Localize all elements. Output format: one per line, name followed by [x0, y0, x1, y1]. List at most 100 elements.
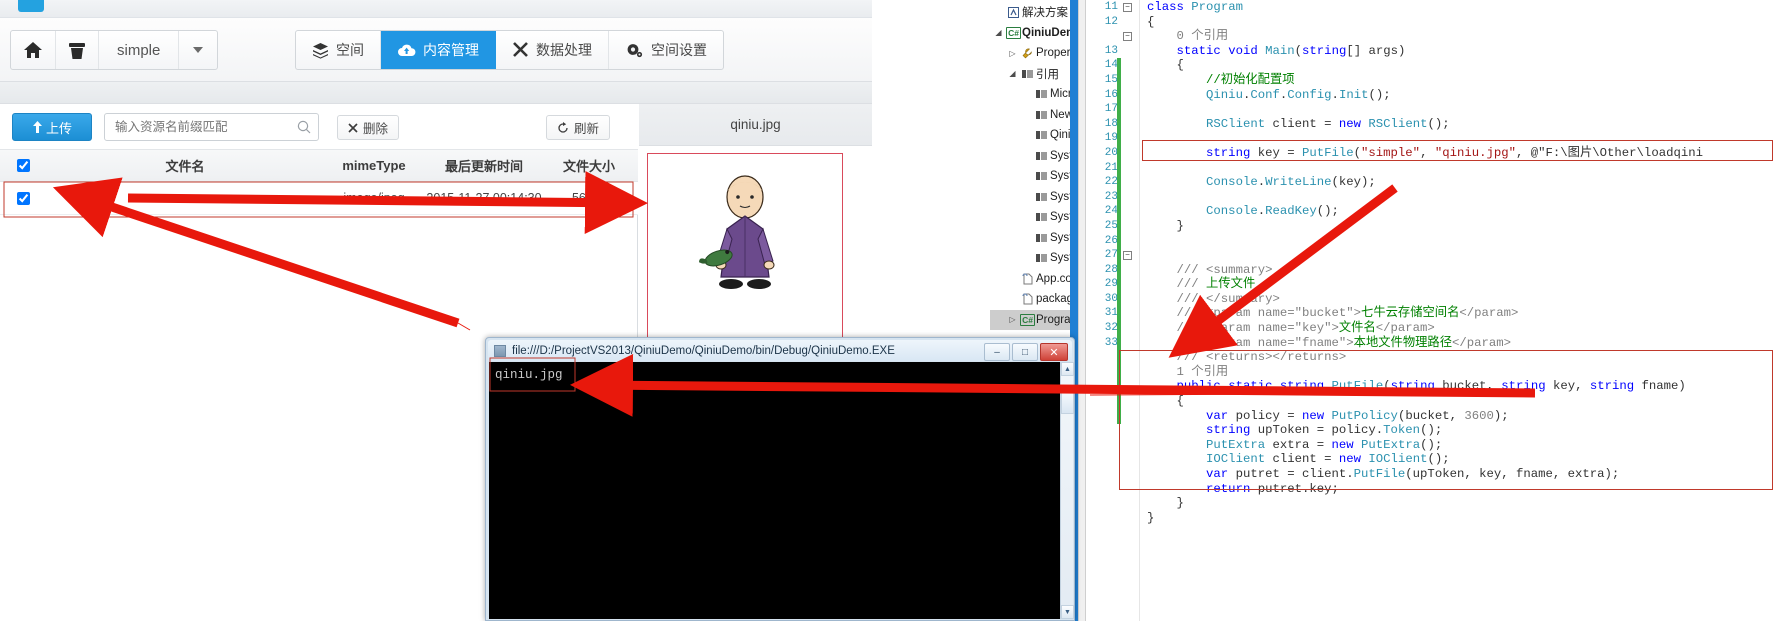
console-output-text: qiniu.jpg: [495, 368, 563, 382]
cell-filename[interactable]: qiniu.jpg: [46, 191, 324, 205]
solution-tree-node[interactable]: System.): [990, 248, 1078, 269]
upload-button-label: 上传: [45, 120, 72, 136]
solution-tree-node[interactable]: App.config: [990, 269, 1078, 290]
table-header-row: 文件名 mimeType 最后更新时间 文件大小: [0, 149, 638, 182]
column-header-filename[interactable]: 文件名: [46, 156, 324, 175]
chevron-right-icon[interactable]: ▷: [1006, 49, 1019, 58]
column-header-filesize[interactable]: 文件大小: [544, 156, 634, 175]
solution-tree-node[interactable]: Newton: [990, 105, 1078, 126]
file-table: 文件名 mimeType 最后更新时间 文件大小 qiniu.jpg image…: [0, 149, 638, 215]
console-window[interactable]: file:///D:/ProjectVS2013/QiniuDemo/Qiniu…: [485, 337, 1075, 621]
code-line: static void Main(string[] args): [1176, 43, 1406, 58]
code-text[interactable]: class Program{ 0 个引用 static void Main(st…: [1147, 0, 1773, 621]
console-scrollbar[interactable]: ▲ ▼: [1060, 362, 1074, 619]
fold-toggle-icon[interactable]: −: [1123, 32, 1132, 41]
code-line: /// </summary>: [1147, 291, 1280, 306]
solution-tree-node[interactable]: System.l: [990, 207, 1078, 228]
maximize-button[interactable]: □: [1012, 343, 1038, 361]
solution-tree-node[interactable]: 解决方案 "QiniuD: [990, 2, 1078, 23]
qiniu-logo-icon: [18, 0, 44, 12]
config-file-icon: [1019, 293, 1036, 305]
line-number: [1087, 482, 1121, 497]
code-line: /// <param name="fname">本地文件物理路径</param>: [1147, 335, 1512, 350]
solution-tree: 解决方案 "QiniuD◢C#QiniuDemo▷Properties ◢ 引用 Mi…: [990, 2, 1078, 330]
line-number: 16: [1104, 88, 1118, 101]
panel-divider[interactable]: [1078, 0, 1086, 621]
code-line: 0 个引用: [1147, 29, 1229, 44]
search-input[interactable]: [113, 114, 293, 140]
row-checkbox[interactable]: [16, 191, 30, 205]
solution-tree-node[interactable]: System: [990, 146, 1078, 167]
bucket-dropdown-button[interactable]: [179, 31, 217, 69]
tab-content-management[interactable]: 内容管理: [381, 31, 496, 69]
solution-tree-node[interactable]: System.): [990, 228, 1078, 249]
line-number: [1087, 467, 1121, 482]
solution-tree-node[interactable]: packages.c: [990, 289, 1078, 310]
delete-button[interactable]: 删除: [337, 115, 400, 140]
search-icon: [297, 120, 311, 134]
preview-image: [651, 157, 839, 334]
line-number: [1087, 379, 1121, 394]
line-number: 28: [1104, 263, 1118, 276]
fold-toggle-icon[interactable]: −: [1123, 251, 1132, 260]
bucket-name-label[interactable]: simple: [99, 31, 180, 69]
tab-data-processing-label: 数据处理: [536, 42, 592, 58]
solution-tree-node[interactable]: ◢ 引用: [990, 64, 1078, 85]
search-box[interactable]: [104, 113, 319, 141]
reference-icon: [1033, 151, 1050, 160]
tab-space-label: 空间: [336, 42, 364, 58]
table-row[interactable]: qiniu.jpg image/jpeg 2015-11-27 00:14:30…: [0, 182, 638, 215]
code-line: Qiniu.Conf.Config.Init();: [1206, 87, 1391, 102]
tab-content-management-label: 内容管理: [423, 42, 479, 58]
scroll-down-icon[interactable]: ▼: [1061, 605, 1074, 619]
fold-toggle-icon[interactable]: −: [1123, 3, 1132, 12]
fold-column[interactable]: − − −: [1123, 0, 1139, 621]
code-editor[interactable]: 11 12 13 14 15 16 17 18 19 20 21 22 23 24 25 26 27 28 29 30…: [1087, 0, 1773, 621]
line-number: 27: [1104, 249, 1118, 262]
close-button[interactable]: ✕: [1040, 343, 1068, 361]
select-all-checkbox[interactable]: [16, 159, 30, 172]
solution-tree-node[interactable]: Microsc: [990, 84, 1078, 105]
preview-title: qiniu.jpg: [639, 104, 872, 146]
line-number: 24: [1104, 205, 1118, 218]
line-number: 25: [1104, 219, 1118, 232]
refresh-button-label: 刷新: [574, 122, 600, 136]
line-number: [1087, 394, 1121, 409]
select-all-checkbox-cell[interactable]: [0, 159, 46, 172]
solution-tree-node[interactable]: System.(: [990, 166, 1078, 187]
line-number: 32: [1104, 322, 1118, 335]
solution-tree-node[interactable]: Qiniu.4.0: [990, 125, 1078, 146]
trash-button[interactable]: [56, 31, 99, 69]
solution-tree-node[interactable]: ◢ C# QiniuDemo: [990, 23, 1078, 44]
solution-tree-node-label: 引用: [1036, 68, 1059, 81]
home-button[interactable]: [11, 31, 56, 69]
chevron-down-icon: [193, 47, 204, 53]
code-line: /// <param name="bucket">七牛云存储空间名</param…: [1147, 306, 1519, 321]
upload-button[interactable]: 上传: [12, 113, 92, 141]
csharp-file-icon: C#: [1020, 313, 1035, 326]
chevron-down-icon[interactable]: ◢: [1006, 69, 1019, 78]
line-number: [1087, 423, 1121, 438]
chevron-right-icon[interactable]: ▷: [1006, 315, 1019, 324]
console-output-area[interactable]: qiniu.jpg: [489, 362, 1061, 619]
solution-tree-node[interactable]: ▷C#Program.cs: [990, 309, 1078, 330]
chevron-down-icon[interactable]: ◢: [992, 28, 1005, 37]
tab-space-settings[interactable]: 空间设置: [609, 31, 723, 69]
column-header-mimetype[interactable]: mimeType: [324, 158, 424, 173]
solution-tree-node[interactable]: ▷Properties: [990, 43, 1078, 64]
console-title-bar[interactable]: file:///D:/ProjectVS2013/QiniuDemo/Qiniu…: [488, 340, 1072, 361]
scroll-up-icon[interactable]: ▲: [1061, 362, 1074, 376]
tab-space[interactable]: 空间: [296, 31, 381, 69]
row-checkbox-cell[interactable]: [0, 191, 46, 205]
wrench-icon: [1019, 48, 1036, 59]
scrollbar-thumb[interactable]: [1061, 388, 1074, 414]
refresh-button[interactable]: 刷新: [546, 115, 611, 140]
column-header-updated[interactable]: 最后更新时间: [424, 156, 544, 175]
tab-data-processing[interactable]: 数据处理: [496, 31, 609, 69]
cloud-upload-icon: [397, 43, 416, 58]
line-number: [1087, 452, 1121, 467]
minimize-button[interactable]: –: [984, 343, 1010, 361]
solution-tree-node[interactable]: System.l: [990, 187, 1078, 208]
